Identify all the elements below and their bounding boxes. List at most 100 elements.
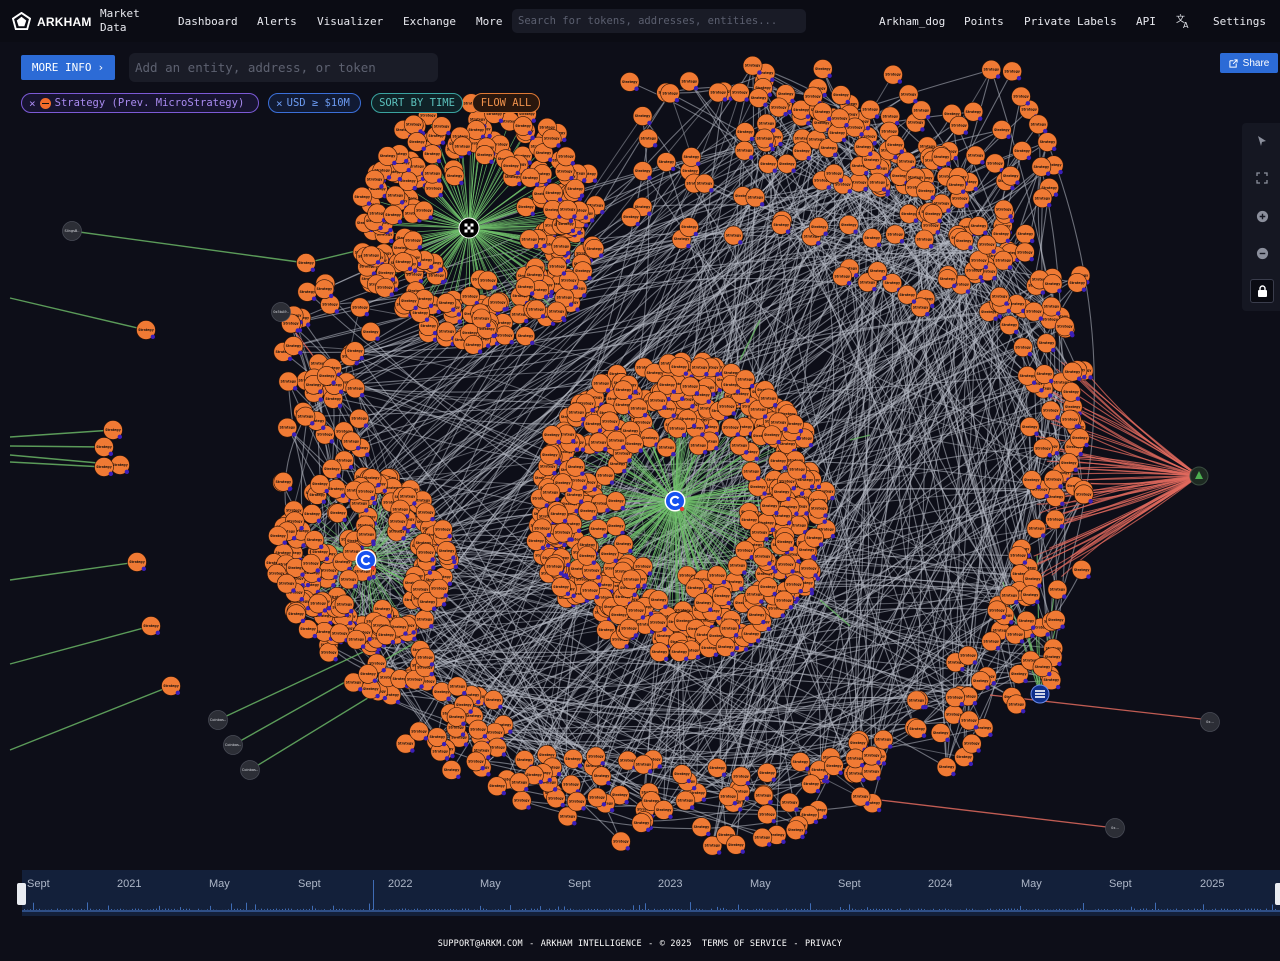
- strategy-node[interactable]: Strategy: [958, 645, 978, 666]
- strategy-node[interactable]: Strategy: [937, 269, 958, 289]
- remove-filter-icon[interactable]: ×: [276, 97, 283, 110]
- strategy-node[interactable]: Strategy: [94, 437, 114, 457]
- strategy-node[interactable]: Strategy: [758, 577, 778, 597]
- strategy-node[interactable]: Strategy: [1032, 188, 1053, 209]
- strategy-node[interactable]: Strategy: [302, 504, 322, 524]
- coinbase-icon[interactable]: [664, 490, 686, 512]
- strategy-node[interactable]: Strategy: [754, 128, 775, 149]
- strategy-node[interactable]: Strategy: [1054, 316, 1075, 337]
- strategy-node[interactable]: Strategy: [667, 418, 688, 439]
- strategy-node[interactable]: Strategy: [885, 135, 905, 155]
- visualizer-graph[interactable]: Strategy Strategy Strategy Strategy Strategy…: [0, 42, 1280, 868]
- strategy-node[interactable]: Strategy: [987, 600, 1007, 621]
- arkham-icon[interactable]: [1189, 466, 1209, 486]
- strategy-node[interactable]: Strategy: [647, 390, 668, 411]
- strategy-node[interactable]: Strategy: [707, 758, 728, 778]
- strategy-node[interactable]: Strategy: [838, 215, 859, 235]
- strategy-node[interactable]: Strategy: [1060, 409, 1080, 430]
- strategy-node[interactable]: Strategy: [277, 417, 298, 438]
- strategy-node[interactable]: Strategy: [414, 609, 435, 630]
- strategy-node[interactable]: Strategy: [1061, 382, 1081, 402]
- timeline-start-handle[interactable]: [17, 883, 26, 905]
- strategy-node[interactable]: Strategy: [605, 516, 626, 536]
- address-node[interactable]: Coinbas..: [240, 760, 260, 780]
- strategy-node[interactable]: Strategy: [965, 145, 986, 166]
- strategy-node[interactable]: Strategy: [334, 594, 355, 615]
- strategy-node[interactable]: Strategy: [599, 411, 620, 432]
- zoom-out-tool[interactable]: [1250, 241, 1274, 265]
- strategy-node[interactable]: Strategy: [907, 719, 927, 739]
- strategy-node[interactable]: Strategy: [991, 120, 1012, 140]
- strategy-node[interactable]: Strategy: [1015, 224, 1036, 244]
- strategy-node[interactable]: Strategy: [385, 185, 406, 206]
- strategy-node[interactable]: Strategy: [945, 687, 965, 708]
- strategy-node[interactable]: Strategy: [383, 205, 403, 225]
- strategy-node[interactable]: Strategy: [953, 230, 974, 251]
- strategy-node[interactable]: Strategy: [970, 671, 991, 691]
- strategy-node[interactable]: Strategy: [768, 97, 789, 118]
- strategy-node[interactable]: Strategy: [745, 187, 766, 208]
- strategy-node[interactable]: Strategy: [708, 82, 728, 103]
- strategy-node[interactable]: Strategy: [513, 116, 533, 136]
- strategy-node[interactable]: Strategy: [749, 522, 770, 543]
- strategy-node[interactable]: Strategy: [515, 276, 536, 297]
- strategy-node[interactable]: Strategy: [509, 772, 530, 793]
- strategy-node[interactable]: Strategy: [688, 435, 709, 456]
- strategy-node[interactable]: Strategy: [850, 786, 871, 807]
- strategy-node[interactable]: Strategy: [742, 55, 763, 76]
- strategy-node[interactable]: Strategy: [377, 146, 398, 166]
- strategy-node[interactable]: Strategy: [583, 413, 603, 434]
- strategy-node[interactable]: Strategy: [798, 558, 819, 579]
- strategy-node[interactable]: Strategy: [515, 326, 536, 346]
- strategy-node[interactable]: Strategy: [565, 179, 586, 199]
- strategy-node[interactable]: Strategy: [358, 664, 378, 684]
- strategy-node[interactable]: Strategy: [276, 573, 297, 594]
- strategy-node[interactable]: Strategy: [812, 102, 833, 122]
- address-node[interactable]: Coinbas..: [223, 735, 243, 755]
- share-button[interactable]: Share: [1220, 53, 1278, 73]
- strategy-node[interactable]: Strategy: [403, 230, 423, 251]
- strategy-node[interactable]: Strategy: [563, 749, 583, 769]
- strategy-node[interactable]: Strategy: [792, 141, 812, 162]
- strategy-node[interactable]: Strategy: [483, 690, 504, 710]
- address-node[interactable]: SlingsB..: [62, 221, 82, 241]
- strategy-node[interactable]: Strategy: [776, 554, 796, 575]
- nav-dashboard[interactable]: Dashboard: [178, 0, 238, 42]
- strategy-node[interactable]: Strategy: [757, 804, 777, 825]
- global-search-input[interactable]: [518, 15, 806, 27]
- strategy-node[interactable]: Strategy: [632, 161, 653, 181]
- strategy-node[interactable]: Strategy: [936, 757, 957, 777]
- strategy-node[interactable]: Strategy: [541, 128, 562, 149]
- strategy-node[interactable]: Strategy: [329, 623, 350, 644]
- strategy-node[interactable]: Strategy: [526, 299, 547, 320]
- strategy-node[interactable]: Strategy: [352, 186, 372, 207]
- strategy-node[interactable]: Strategy: [452, 136, 473, 157]
- nav-settings[interactable]: Settings: [1213, 0, 1266, 42]
- strategy-node[interactable]: Strategy: [283, 336, 304, 356]
- strategy-node[interactable]: Strategy: [341, 431, 362, 452]
- strategy-node[interactable]: Strategy: [1033, 438, 1053, 459]
- strategy-node[interactable]: Strategy: [588, 432, 609, 453]
- strategy-node[interactable]: Strategy: [433, 519, 453, 540]
- strategy-node[interactable]: Strategy: [606, 430, 627, 451]
- strategy-node[interactable]: Strategy: [427, 727, 448, 747]
- strategy-node[interactable]: Strategy: [94, 457, 114, 477]
- strategy-node[interactable]: Strategy: [478, 270, 498, 291]
- pointer-tool[interactable]: [1250, 129, 1274, 153]
- strategy-node[interactable]: Strategy: [638, 128, 659, 149]
- strategy-node[interactable]: Strategy: [613, 380, 634, 400]
- strategy-node[interactable]: Strategy: [748, 88, 769, 108]
- strategy-node[interactable]: Strategy: [985, 153, 1005, 174]
- strategy-node[interactable]: Strategy: [1028, 114, 1049, 135]
- nav-more[interactable]: More: [476, 0, 503, 42]
- timeline-end-handle[interactable]: [1275, 883, 1280, 905]
- strategy-node[interactable]: Strategy: [364, 169, 385, 190]
- strategy-node[interactable]: Strategy: [779, 792, 800, 813]
- strategy-node[interactable]: Strategy: [422, 163, 443, 184]
- strategy-node[interactable]: Strategy: [790, 752, 811, 772]
- strategy-node[interactable]: Strategy: [599, 544, 619, 564]
- strategy-node[interactable]: Strategy: [656, 152, 677, 172]
- strategy-node[interactable]: Strategy: [771, 215, 791, 235]
- strategy-node[interactable]: Strategy: [551, 236, 572, 257]
- strategy-node[interactable]: Strategy: [752, 827, 773, 848]
